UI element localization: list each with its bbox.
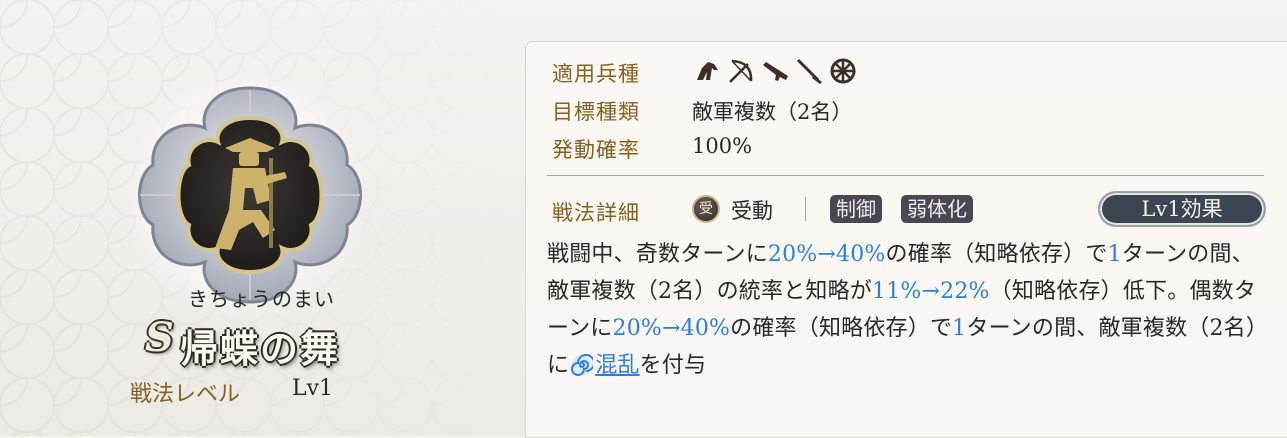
desc-value: 11%→22% [872,279,990,304]
passive-icon: 受 [692,195,720,223]
desc-text: 戦闘中、奇数ターンに [547,242,768,267]
bow-icon [726,56,756,86]
unit-types-icons [692,56,858,86]
confusion-icon [571,354,594,376]
skill-level-value: Lv1 [292,376,334,401]
desc-value: 1 [952,316,967,341]
desc-value: 20%→40% [767,242,886,267]
target-type-value: 敵軍複数（2名） [692,100,853,124]
tag-debuff: 弱体化 [901,195,973,223]
desc-text: の確率（知略依存）で [885,242,1108,267]
desc-value: 20%→40% [612,316,731,341]
gun-icon [760,56,790,86]
skill-name: 帰蝶の舞 [180,326,341,371]
spear-icon [794,56,824,86]
activation-rate-value: 100% [692,134,753,158]
skill-emblem-icon [138,86,362,304]
siege-wheel-icon [828,56,858,86]
desc-value: 1 [1107,242,1122,267]
target-type-label: 目標種類 [552,100,640,124]
skill-description: 戦闘中、奇数ターンに20%→40%の確率（知略依存）で1ターンの間、敵軍複数（2… [547,236,1262,384]
unit-types-label: 適用兵種 [552,62,640,86]
desc-text: の確率（知略依存）で [730,316,953,341]
tag-control: 制御 [830,195,882,223]
skill-detail-label: 戦法詳細 [552,201,640,225]
confusion-status-link[interactable]: 混乱 [595,353,639,378]
skill-furigana: きちょうのまい [188,287,335,311]
activation-rate-label: 発動確率 [552,138,640,162]
skill-type-label: 受動 [731,199,773,223]
detail-separator [805,197,806,221]
rank-badge: S [145,314,174,361]
desc-text: を付与 [639,353,707,378]
panel-divider [547,175,1264,176]
skill-level-label: 戦法レベル [130,382,241,407]
level-effect-button[interactable]: Lv1効果 [1098,191,1266,227]
cavalry-icon [692,56,722,86]
